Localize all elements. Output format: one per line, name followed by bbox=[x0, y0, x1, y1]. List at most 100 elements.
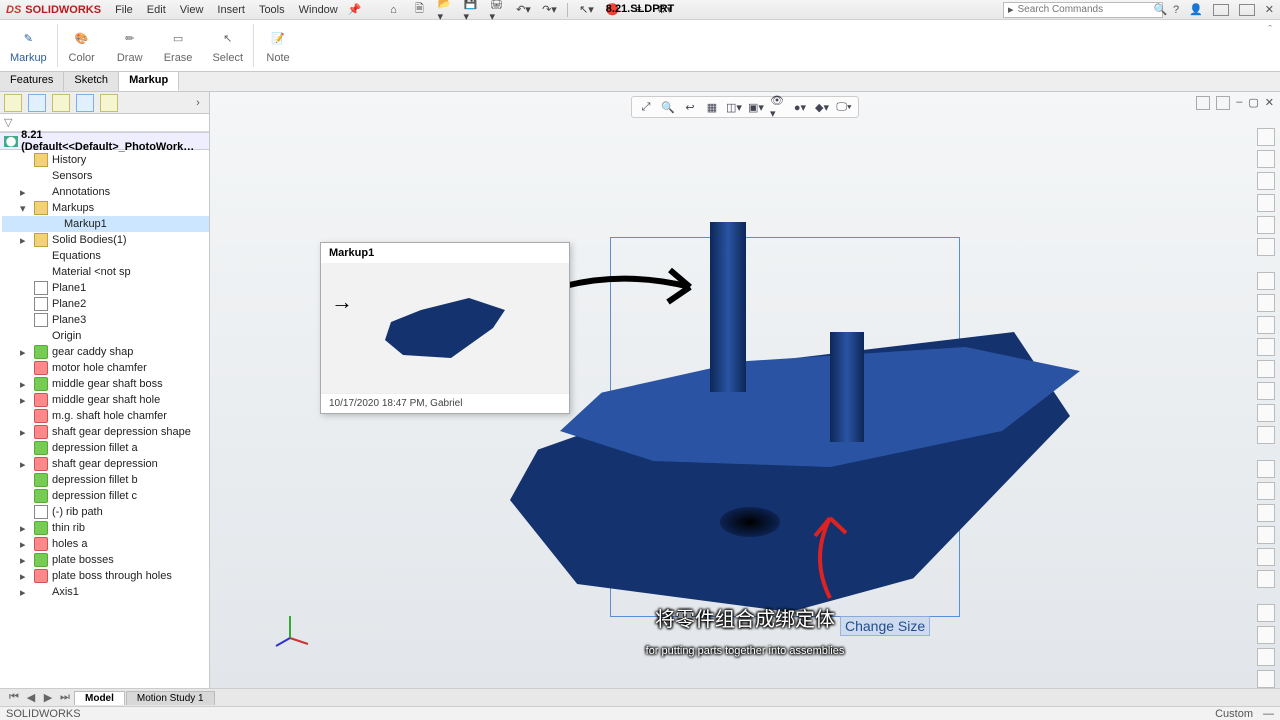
tree-node[interactable]: motor hole chamfer bbox=[2, 360, 209, 376]
redo-icon[interactable]: ↷▾ bbox=[541, 2, 557, 18]
home-icon[interactable]: ⌂ bbox=[385, 2, 401, 18]
restore-icon[interactable] bbox=[1239, 4, 1255, 16]
fm-config-icon[interactable] bbox=[52, 94, 70, 112]
fm-tree-icon[interactable] bbox=[4, 94, 22, 112]
tree-node[interactable]: Plane1 bbox=[2, 280, 209, 296]
minimize-icon[interactable] bbox=[1213, 4, 1229, 16]
tab-markup[interactable]: Markup bbox=[119, 72, 179, 91]
tab-features[interactable]: Features bbox=[0, 72, 64, 91]
tree-node[interactable]: Sensors bbox=[2, 168, 209, 184]
tree-node[interactable]: ▸Annotations bbox=[2, 184, 209, 200]
print-icon[interactable]: 🖨▾ bbox=[489, 2, 505, 18]
help-icon[interactable]: ? bbox=[1173, 4, 1179, 16]
menu-window[interactable]: Window bbox=[299, 4, 338, 16]
tree-node[interactable]: Plane2 bbox=[2, 296, 209, 312]
tree-node[interactable]: ▸plate boss through holes bbox=[2, 568, 209, 584]
close-icon[interactable]: ✕ bbox=[1265, 3, 1274, 16]
tree-node[interactable]: (-) rib path bbox=[2, 504, 209, 520]
vp-minimize-icon[interactable]: – bbox=[1236, 96, 1242, 110]
tree-node[interactable]: History bbox=[2, 152, 209, 168]
task-pane-icon[interactable] bbox=[1257, 338, 1275, 356]
task-pane-icon[interactable] bbox=[1257, 648, 1275, 666]
task-pane-icon[interactable] bbox=[1257, 504, 1275, 522]
vp-layout-icon[interactable] bbox=[1196, 96, 1210, 110]
task-pane-icon[interactable] bbox=[1257, 482, 1275, 500]
task-pane-icon[interactable] bbox=[1257, 150, 1275, 168]
prev-view-icon[interactable]: ↩ bbox=[682, 99, 698, 115]
hide-show-icon[interactable]: 👁▾ bbox=[770, 99, 786, 115]
tree-node[interactable]: ▸shaft gear depression bbox=[2, 456, 209, 472]
tab-nav-first-icon[interactable]: ⏮ bbox=[6, 691, 22, 704]
search-toggle-icon[interactable]: ▸ bbox=[1008, 3, 1014, 16]
vp-maximize-icon[interactable]: ▢ bbox=[1248, 96, 1258, 110]
task-pane-icon[interactable] bbox=[1257, 294, 1275, 312]
undo-icon[interactable]: ↶▾ bbox=[515, 2, 531, 18]
tree-node[interactable]: ▸gear caddy shap bbox=[2, 344, 209, 360]
search-input[interactable] bbox=[1017, 4, 1149, 15]
search-commands[interactable]: ▸ 🔍 bbox=[1003, 2, 1163, 18]
tree-node[interactable]: depression fillet c bbox=[2, 488, 209, 504]
fm-render-icon[interactable] bbox=[100, 94, 118, 112]
bottom-tab-model[interactable]: Model bbox=[74, 691, 125, 705]
tab-sketch[interactable]: Sketch bbox=[64, 72, 119, 91]
task-pane-icon[interactable] bbox=[1257, 604, 1275, 622]
task-pane-icon[interactable] bbox=[1257, 238, 1275, 256]
task-pane-icon[interactable] bbox=[1257, 548, 1275, 566]
task-pane-icon[interactable] bbox=[1257, 382, 1275, 400]
3d-viewport[interactable]: ⤢ 🔍 ↩ ▦ ◫▾ ▣▾ 👁▾ ●▾ ◆▾ 🖵▾ – ▢ ✕ bbox=[210, 92, 1280, 688]
menu-view[interactable]: View bbox=[180, 4, 204, 16]
ribbon-expand-icon[interactable]: ˆ bbox=[1260, 20, 1280, 71]
select-icon[interactable]: ↖▾ bbox=[578, 2, 594, 18]
fm-property-icon[interactable] bbox=[28, 94, 46, 112]
part-root-node[interactable]: ⬤ 8.21 (Default<<Default>_PhotoWork… bbox=[0, 132, 209, 150]
open-icon[interactable]: 📂▾ bbox=[437, 2, 453, 18]
task-pane-icon[interactable] bbox=[1257, 216, 1275, 234]
user-icon[interactable]: 👤 bbox=[1189, 3, 1203, 16]
tree-node[interactable]: Markup1 bbox=[2, 216, 209, 232]
view-orient-icon[interactable]: ◫▾ bbox=[726, 99, 742, 115]
tree-node[interactable]: Material <not sp bbox=[2, 264, 209, 280]
vp-close-icon[interactable]: ✕ bbox=[1265, 96, 1274, 110]
tree-node[interactable]: ▸thin rib bbox=[2, 520, 209, 536]
change-size-annotation[interactable]: Change Size bbox=[840, 616, 930, 636]
tab-nav-last-icon[interactable]: ⏭ bbox=[57, 691, 73, 704]
display-style-icon[interactable]: ▣▾ bbox=[748, 99, 764, 115]
tree-node[interactable]: Equations bbox=[2, 248, 209, 264]
ribbon-erase[interactable]: ▭ Erase bbox=[154, 20, 203, 71]
tree-node[interactable]: m.g. shaft hole chamfer bbox=[2, 408, 209, 424]
task-pane-icon[interactable] bbox=[1257, 426, 1275, 444]
task-pane-icon[interactable] bbox=[1257, 460, 1275, 478]
tree-node[interactable]: ▸holes a bbox=[2, 536, 209, 552]
tree-node[interactable]: Origin bbox=[2, 328, 209, 344]
tree-node[interactable]: ▸middle gear shaft boss bbox=[2, 376, 209, 392]
ribbon-select[interactable]: ↖ Select bbox=[202, 20, 253, 71]
ribbon-color[interactable]: 🎨 Color bbox=[58, 20, 106, 71]
status-units[interactable]: Custom bbox=[1215, 708, 1253, 720]
zoom-fit-icon[interactable]: ⤢ bbox=[638, 99, 654, 115]
tree-node[interactable]: ▸plate bosses bbox=[2, 552, 209, 568]
menu-insert[interactable]: Insert bbox=[217, 4, 245, 16]
tree-node[interactable]: depression fillet a bbox=[2, 440, 209, 456]
task-pane-icon[interactable] bbox=[1257, 172, 1275, 190]
tab-nav-prev-icon[interactable]: ◀ bbox=[23, 691, 39, 704]
tree-node[interactable]: ▸shaft gear depression shape bbox=[2, 424, 209, 440]
tree-node[interactable]: ▸Solid Bodies(1) bbox=[2, 232, 209, 248]
apply-scene-icon[interactable]: ◆▾ bbox=[814, 99, 830, 115]
task-pane-icon[interactable] bbox=[1257, 194, 1275, 212]
new-icon[interactable]: 🗎 bbox=[411, 2, 427, 18]
ribbon-note[interactable]: 📝 Note bbox=[254, 20, 302, 71]
task-pane-icon[interactable] bbox=[1257, 570, 1275, 588]
feature-tree[interactable]: HistorySensors▸Annotations▾MarkupsMarkup… bbox=[0, 150, 209, 688]
pin-icon[interactable]: 📌 bbox=[348, 3, 362, 16]
menu-edit[interactable]: Edit bbox=[147, 4, 166, 16]
tree-node[interactable]: depression fillet b bbox=[2, 472, 209, 488]
ribbon-draw[interactable]: ✏ Draw bbox=[106, 20, 154, 71]
orientation-triad[interactable] bbox=[270, 608, 310, 648]
fm-display-icon[interactable] bbox=[76, 94, 94, 112]
task-pane-icon[interactable] bbox=[1257, 404, 1275, 422]
ribbon-markup[interactable]: ✎ Markup bbox=[0, 20, 57, 71]
fm-expand-icon[interactable]: › bbox=[191, 97, 205, 109]
task-pane-icon[interactable] bbox=[1257, 272, 1275, 290]
tab-nav-next-icon[interactable]: ▶ bbox=[40, 691, 56, 704]
tree-node[interactable]: ▸middle gear shaft hole bbox=[2, 392, 209, 408]
